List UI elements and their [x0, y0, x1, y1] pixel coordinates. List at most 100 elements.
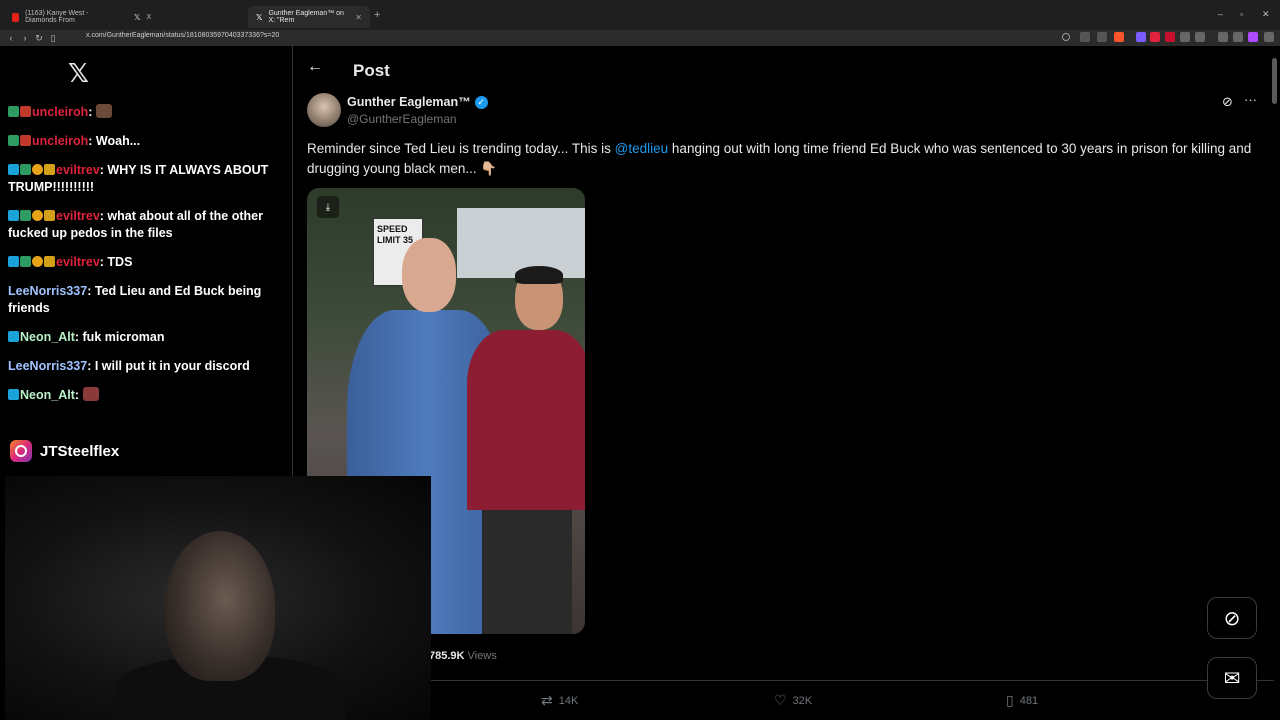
chat-message: Neon_Alt:: [8, 387, 288, 404]
more-icon[interactable]: ···: [1244, 92, 1257, 107]
chat-username: uncleiroh: [32, 105, 89, 119]
like-button[interactable]: ♡ 32K: [774, 692, 812, 709]
author-name-text[interactable]: Gunther Eagleman™: [347, 95, 471, 109]
chat-username: Neon_Alt: [20, 330, 75, 344]
tab-label: (1163) Kanye West - Diamonds From: [25, 10, 89, 24]
back-arrow-icon[interactable]: ←: [307, 58, 323, 76]
badge-icon: [32, 256, 43, 267]
close-tab-icon[interactable]: ✕: [355, 13, 362, 22]
chat-username: Neon_Alt: [20, 388, 75, 402]
x-icon: 𝕏: [134, 12, 141, 22]
mention-link[interactable]: @tedlieu: [615, 141, 669, 156]
avatar[interactable]: [307, 93, 341, 127]
x-icon: 𝕏: [256, 12, 263, 22]
author-name[interactable]: Gunther Eagleman™ ✓: [347, 95, 488, 109]
wallet-icon[interactable]: [1248, 32, 1258, 42]
badge-icon: [32, 164, 43, 175]
cast-icon[interactable]: [1080, 32, 1090, 42]
retweet-icon: ⇄: [541, 692, 553, 708]
bookmark-icon[interactable]: ▯: [46, 33, 60, 44]
badge-icon: [8, 389, 19, 400]
chat-message: Neon_Alt: fuk microman: [8, 329, 288, 346]
chat-message: eviltrev: what about all of the other fu…: [8, 209, 263, 240]
badge-icon: [8, 331, 19, 342]
instagram-handle-text: JTSteelflex: [40, 442, 120, 460]
emote-icon: [82, 387, 99, 401]
badge-icon: [8, 106, 19, 117]
chat-text: TDS: [107, 255, 133, 269]
chat-text: fuk microman: [82, 330, 165, 344]
chat-message: eviltrev: TDS: [8, 254, 288, 271]
tab-x[interactable]: 𝕏 X: [126, 6, 246, 28]
chat-message: uncleiroh: Woah...: [8, 133, 288, 150]
forward-icon[interactable]: ›: [18, 33, 32, 43]
photo-person: [457, 266, 585, 634]
share-icon[interactable]: [1097, 32, 1107, 42]
extension-icon[interactable]: [1150, 32, 1160, 42]
retweet-count: 14K: [558, 694, 579, 707]
extension-icon[interactable]: [1165, 32, 1175, 42]
chat-username: eviltrev: [56, 163, 100, 177]
minimize-button[interactable]: –: [1218, 9, 1223, 19]
badge-icon: [20, 164, 31, 175]
badge-icon: [20, 106, 31, 117]
badge-icon: [44, 210, 55, 221]
action-bar: ⇄ 14K ♡ 32K ▯ 481: [294, 680, 1274, 720]
zoom-icon[interactable]: [1062, 33, 1070, 41]
author-handle[interactable]: @GuntherEagleman: [347, 112, 457, 126]
x-logo-icon[interactable]: 𝕏: [68, 58, 89, 89]
chat-username: uncleiroh: [32, 134, 89, 148]
extension-icon[interactable]: [1195, 32, 1205, 42]
brave-shield-icon[interactable]: [1114, 32, 1124, 42]
emote-icon: [95, 104, 112, 118]
badge-icon: [8, 210, 19, 221]
heart-icon: ♡: [774, 692, 787, 708]
grok-fab-button[interactable]: ⊘: [1207, 597, 1257, 639]
badge-icon: [8, 135, 19, 146]
chat-message: eviltrev: WHY IS IT ALWAYS ABOUT TRUMP!!…: [8, 163, 269, 194]
retweet-button[interactable]: ⇄ 14K: [541, 692, 578, 709]
chat-feed: uncleiroh: uncleiroh: Woah... eviltrev: …: [8, 104, 288, 416]
sidebar-icon[interactable]: [1233, 32, 1243, 42]
webcam-person-head: [165, 531, 275, 681]
tab-post[interactable]: 𝕏 Gunther Eagleman™ on X: "Rem ✕: [248, 6, 370, 28]
youtube-icon: [12, 12, 20, 22]
maximize-button[interactable]: ▫: [1240, 9, 1243, 19]
bookmark-count: 481: [1019, 694, 1039, 707]
extension-icon[interactable]: [1136, 32, 1146, 42]
verified-icon: ✓: [474, 95, 488, 109]
grok-icon[interactable]: ⊘: [1222, 94, 1233, 110]
badge-icon: [44, 256, 55, 267]
instagram-icon: [10, 440, 32, 462]
like-count: 32K: [792, 694, 813, 707]
menu-icon[interactable]: [1264, 32, 1274, 42]
back-icon[interactable]: ‹: [4, 33, 18, 43]
messages-fab-button[interactable]: ✉: [1207, 657, 1257, 699]
views-number: 785.9K: [429, 650, 465, 662]
chat-username: eviltrev: [56, 255, 100, 269]
badge-icon: [20, 256, 31, 267]
url-field[interactable]: x.com/GuntherEagleman/status/18108035970…: [86, 32, 279, 39]
download-icon[interactable]: ⤓: [317, 196, 339, 218]
media-icon[interactable]: [1218, 32, 1228, 42]
badge-icon: [32, 210, 43, 221]
extension-icon[interactable]: [1180, 32, 1190, 42]
tweet-text: Reminder since Ted Lieu is trending toda…: [307, 139, 1262, 179]
new-tab-button[interactable]: +: [374, 9, 380, 21]
badge-icon: [44, 164, 55, 175]
post-column: ← Post Gunther Eagleman™ ✓ @GuntherEagle…: [294, 46, 1274, 720]
bookmark-button[interactable]: ▯ 481: [1006, 692, 1038, 709]
chat-text: I will put it in your discord: [94, 359, 250, 373]
badge-icon: [20, 210, 31, 221]
chat-message: LeeNorris337: Ted Lieu and Ed Buck being…: [8, 284, 262, 315]
views-label: Views: [467, 650, 497, 662]
scrollbar[interactable]: [1272, 58, 1277, 104]
badge-icon: [20, 135, 31, 146]
chat-text: Woah...: [95, 134, 141, 148]
reload-icon[interactable]: ↻: [32, 33, 46, 44]
tab-youtube[interactable]: (1163) Kanye West - Diamonds From: [4, 6, 124, 28]
chat-username: eviltrev: [56, 209, 100, 223]
close-window-button[interactable]: ✕: [1262, 9, 1270, 20]
address-bar: ‹ › ↻ ▯ x.com/GuntherEagleman/status/181…: [0, 30, 1280, 46]
bookmark-icon: ▯: [1006, 692, 1014, 708]
